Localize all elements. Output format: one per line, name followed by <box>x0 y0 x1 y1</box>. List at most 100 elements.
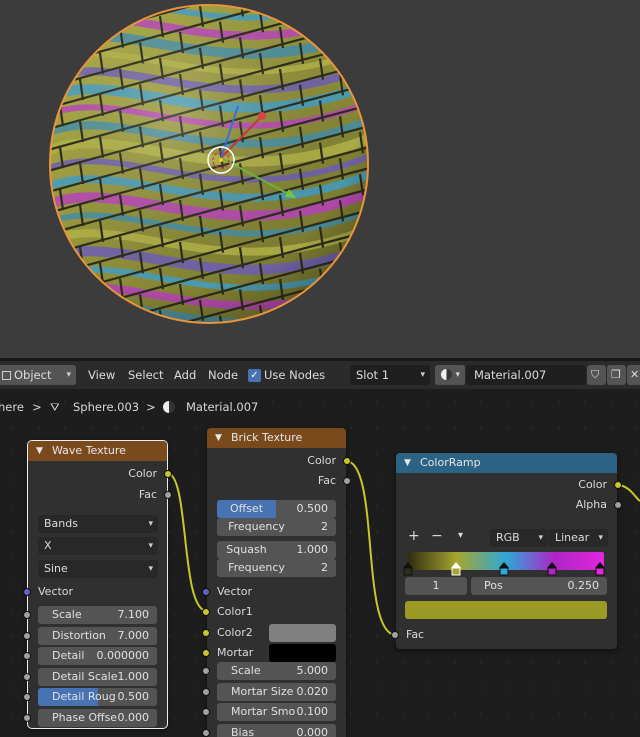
input-vector-socket[interactable] <box>202 588 210 596</box>
input-mortar-label: Mortar <box>217 646 254 659</box>
chevron-down-icon: ▾ <box>148 541 153 551</box>
squash-field[interactable]: Squash 1.000 <box>217 541 336 559</box>
input-socket[interactable] <box>23 631 31 640</box>
brick-texture-header[interactable]: ▼ Brick Texture <box>207 428 346 448</box>
output-color-socket[interactable] <box>164 470 172 478</box>
value-field[interactable]: Detail Scale 1.000 <box>38 667 157 686</box>
value-field[interactable]: Mortar Smo 0.100 <box>217 703 336 721</box>
brick-texture-node[interactable]: ▼ Brick Texture Color Fac Offset 0.500 F… <box>202 428 351 737</box>
brick-mortar-joint <box>338 32 345 54</box>
breadcrumb-item-material: Material.007 <box>186 400 259 414</box>
wave-texture-header[interactable]: ▼ Wave Texture <box>28 441 167 461</box>
shield-icon: ⛉ <box>591 368 600 381</box>
material-sphere-icon <box>441 369 452 380</box>
input-color1-label: Color1 <box>217 605 253 618</box>
value-field[interactable]: Scale 5.000 <box>217 662 336 680</box>
breadcrumb-separator-icon: > <box>32 400 42 414</box>
menu-add[interactable]: Add <box>174 365 196 385</box>
input-socket[interactable] <box>202 687 210 696</box>
field-label: Detail <box>52 649 85 662</box>
node-title: Brick Texture <box>231 431 303 444</box>
value-field[interactable]: Bias 0.000 <box>217 723 336 737</box>
output-color-socket[interactable] <box>343 457 351 465</box>
slot-select[interactable]: Slot 1 ▾ <box>350 365 430 385</box>
input-socket[interactable] <box>23 713 31 722</box>
brick-mortar-joint <box>298 5 305 22</box>
active-stop-index[interactable]: 1 <box>405 577 467 595</box>
value-field[interactable]: Distortion 7.000 <box>38 626 157 645</box>
input-socket[interactable] <box>202 667 210 675</box>
output-fac-socket[interactable] <box>343 477 351 485</box>
input-mortar-socket[interactable] <box>202 649 210 657</box>
field-label: Distortion <box>52 628 106 642</box>
input-color2-socket[interactable] <box>202 629 210 637</box>
sphere-object[interactable] <box>30 0 400 358</box>
fake-user-button[interactable]: ⛉ <box>587 365 606 385</box>
input-fac-socket[interactable] <box>391 631 399 639</box>
input-socket[interactable] <box>23 611 31 619</box>
value-field[interactable]: Phase Offse 0.000 <box>38 708 157 727</box>
output-fac-socket[interactable] <box>164 491 172 499</box>
unlink-button[interactable]: ✕ <box>627 365 640 385</box>
brick-mortar-joint <box>338 284 345 306</box>
value-field[interactable]: Mortar Size 0.020 <box>217 682 336 701</box>
brick-mortar-joint <box>40 89 43 110</box>
input-socket[interactable] <box>202 708 210 716</box>
wave-direction-select[interactable]: X ▾ <box>38 537 158 555</box>
input-color1-socket[interactable] <box>202 608 210 616</box>
chevron-down-icon: ▾ <box>148 519 153 529</box>
brick-mortar-joint <box>78 36 85 59</box>
colorramp-node[interactable]: ▼ ColorRamp Color Alpha + − ▾ RGB ▾ Linea… <box>391 453 622 649</box>
ramp-stop-marker[interactable] <box>403 562 413 576</box>
brick-mortar-joint <box>278 5 285 7</box>
output-fac-label: Fac <box>317 474 336 487</box>
use-nodes-label: Use Nodes <box>264 368 326 382</box>
value-field[interactable]: Detail 0.000000 <box>38 647 157 665</box>
viewport-scene <box>30 0 400 358</box>
field-label: Frequency <box>228 561 285 574</box>
input-vector-socket[interactable] <box>23 588 31 596</box>
wave-texture-node[interactable]: ▼ Wave Texture Color Fac Bands ▾ X ▾ Sine ▾… <box>23 440 172 729</box>
mode-select[interactable]: Object ▾ <box>0 365 76 385</box>
field-value: 0.250 <box>567 579 600 592</box>
color2-swatch[interactable] <box>269 624 336 642</box>
wave-type-select[interactable]: Bands ▾ <box>38 515 158 533</box>
duplicate-button[interactable]: ❐ <box>607 365 626 385</box>
menu-view[interactable]: View <box>88 365 115 385</box>
value-field[interactable]: Detail Roug 0.500 <box>38 688 157 706</box>
offset-field[interactable]: Offset 0.500 <box>217 500 336 518</box>
ramp-stop-marker[interactable] <box>595 562 605 576</box>
ramp-stop-marker[interactable] <box>499 562 509 576</box>
use-nodes-checkbox[interactable]: ✓ <box>248 369 261 382</box>
material-browse-button[interactable]: ▾ <box>435 365 465 385</box>
field-value: 0.100 <box>296 705 329 718</box>
squash-frequency-field[interactable]: Frequency 2 <box>217 559 336 577</box>
frequency-field[interactable]: Frequency 2 <box>217 518 336 536</box>
ramp-stop-marker[interactable] <box>451 562 461 576</box>
menu-select[interactable]: Select <box>128 365 163 385</box>
value-field[interactable]: Scale 7.100 <box>38 606 157 624</box>
breadcrumb-item-mesh: Sphere.003 <box>73 400 140 414</box>
link-brick-to-fac <box>345 460 397 636</box>
brick-mortar-joint <box>58 63 65 85</box>
material-name-field[interactable]: Material.007 <box>466 365 586 385</box>
collapse-chevron-icon[interactable]: ▼ <box>36 441 43 461</box>
input-socket[interactable] <box>23 652 31 660</box>
field-label: Scale <box>52 608 82 621</box>
3d-viewport[interactable] <box>0 0 640 358</box>
mortar-swatch[interactable] <box>269 644 336 662</box>
output-fac-label: Fac <box>138 488 157 501</box>
input-socket[interactable] <box>23 693 31 701</box>
input-vector-label: Vector <box>217 585 253 598</box>
brick-mortar-joint <box>358 258 365 280</box>
node-editor-canvas[interactable]: ▼ Wave Texture Color Fac Bands ▾ X ▾ Sine ▾… <box>0 389 640 737</box>
active-stop-color[interactable] <box>405 601 607 619</box>
color-ramp-stops[interactable] <box>396 453 617 649</box>
stop-position-field[interactable]: Pos 0.250 <box>471 577 607 595</box>
input-socket[interactable] <box>23 672 31 681</box>
input-socket[interactable] <box>202 728 210 737</box>
wave-profile-select[interactable]: Sine ▾ <box>38 560 158 578</box>
collapse-chevron-icon[interactable]: ▼ <box>215 428 222 448</box>
ramp-stop-marker[interactable] <box>547 562 557 576</box>
menu-node[interactable]: Node <box>208 365 238 385</box>
